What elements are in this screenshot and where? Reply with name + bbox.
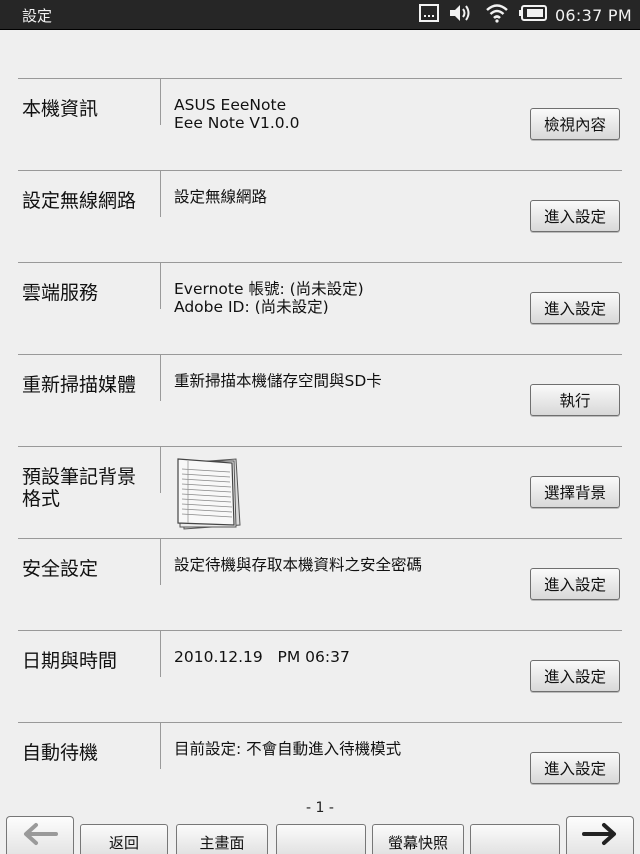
desc-line: 2010.12.19 PM 06:37 — [174, 648, 350, 666]
row-label: 自動待機 — [22, 742, 99, 764]
row-divider — [160, 171, 161, 217]
row-description: 設定無線網路 — [174, 188, 267, 206]
app-title: 設定 — [22, 7, 53, 25]
status-bar: 設定 06:37 PM — [0, 0, 640, 30]
page-indicator: - 1 - — [306, 800, 334, 816]
row-description: 設定待機與存取本機資料之安全密碼 — [174, 556, 422, 574]
next-page-button[interactable] — [566, 816, 634, 854]
row-divider — [160, 263, 161, 309]
row-divider — [160, 539, 161, 585]
row-note-background: 預設筆記背景 格式 選擇背景 — [18, 446, 622, 538]
row-divider — [160, 79, 161, 125]
empty-button-2[interactable] — [470, 824, 560, 854]
row-label: 設定無線網路 — [22, 190, 137, 212]
desc-line: Evernote 帳號: (尚未設定) — [174, 280, 364, 298]
home-button[interactable]: 主畫面 — [176, 824, 268, 854]
execute-button[interactable]: 執行 — [530, 384, 620, 416]
keyboard-icon — [418, 4, 439, 26]
row-description: Evernote 帳號: (尚未設定) Adobe ID: (尚未設定) — [174, 280, 364, 316]
desc-line: Eee Note V1.0.0 — [174, 114, 300, 132]
arrow-right-icon — [582, 822, 618, 850]
view-content-button[interactable]: 檢視內容 — [530, 108, 620, 140]
row-cloud-service: 雲端服務 Evernote 帳號: (尚未設定) Adobe ID: (尚未設定… — [18, 262, 622, 354]
date-time-settings-button[interactable]: 進入設定 — [530, 660, 620, 692]
row-description: 目前設定: 不會自動進入待機模式 — [174, 740, 401, 758]
desc-line: 重新掃描本機儲存空間與SD卡 — [174, 372, 382, 390]
choose-background-button[interactable]: 選擇背景 — [530, 476, 620, 508]
note-paper-icon — [176, 455, 246, 531]
desc-line: ASUS EeeNote — [174, 96, 287, 114]
screenshot-button[interactable]: 螢幕快照 — [372, 824, 464, 854]
security-settings-button[interactable]: 進入設定 — [530, 568, 620, 600]
row-label: 重新掃描媒體 — [22, 374, 137, 396]
row-date-time: 日期與時間 2010.12.19 PM 06:37 進入設定 — [18, 630, 622, 722]
settings-screen: 設定 06:37 PM 本機資訊 ASUS EeeNote Eee Note V… — [0, 0, 640, 854]
row-description: 2010.12.19 PM 06:37 — [174, 648, 350, 666]
row-divider — [160, 355, 161, 401]
row-security: 安全設定 設定待機與存取本機資料之安全密碼 進入設定 — [18, 538, 622, 630]
desc-line: 設定待機與存取本機資料之安全密碼 — [174, 556, 423, 574]
row-label: 本機資訊 — [22, 98, 99, 120]
status-icons: 06:37 PM — [409, 0, 632, 30]
row-label: 預設筆記背景 格式 — [22, 466, 154, 510]
row-description: 重新掃描本機儲存空間與SD卡 — [174, 372, 382, 390]
row-description: ASUS EeeNote Eee Note V1.0.0 — [174, 96, 299, 132]
bottom-bar: 返回 主畫面 螢幕快照 — [0, 816, 640, 854]
desc-line: 設定無線網路 — [174, 188, 268, 206]
row-label: 雲端服務 — [22, 282, 99, 304]
battery-icon — [518, 5, 547, 25]
label-line: 預設筆記背景 — [22, 466, 137, 488]
row-rescan-media: 重新掃描媒體 重新掃描本機儲存空間與SD卡 執行 — [18, 354, 622, 446]
row-device-info: 本機資訊 ASUS EeeNote Eee Note V1.0.0 檢視內容 — [18, 78, 622, 170]
empty-button-1[interactable] — [276, 824, 366, 854]
wifi-icon — [485, 3, 509, 27]
clock: 06:37 PM — [554, 5, 632, 25]
row-divider — [160, 447, 161, 493]
row-divider — [160, 723, 161, 769]
back-button[interactable]: 返回 — [80, 824, 168, 854]
row-wireless: 設定無線網路 設定無線網路 進入設定 — [18, 170, 622, 262]
settings-list: 本機資訊 ASUS EeeNote Eee Note V1.0.0 檢視內容 設… — [18, 78, 622, 814]
volume-icon — [449, 4, 475, 26]
arrow-left-icon — [22, 822, 58, 850]
cloud-settings-button[interactable]: 進入設定 — [530, 292, 620, 324]
desc-line: 目前設定: 不會自動進入待機模式 — [174, 740, 402, 758]
standby-settings-button[interactable]: 進入設定 — [530, 752, 620, 784]
row-label: 安全設定 — [22, 558, 99, 580]
row-divider — [160, 631, 161, 677]
desc-line: Adobe ID: (尚未設定) — [174, 298, 329, 316]
row-label: 日期與時間 — [22, 650, 118, 672]
label-line: 格式 — [22, 488, 61, 510]
prev-page-button[interactable] — [6, 816, 74, 854]
wireless-settings-button[interactable]: 進入設定 — [530, 200, 620, 232]
